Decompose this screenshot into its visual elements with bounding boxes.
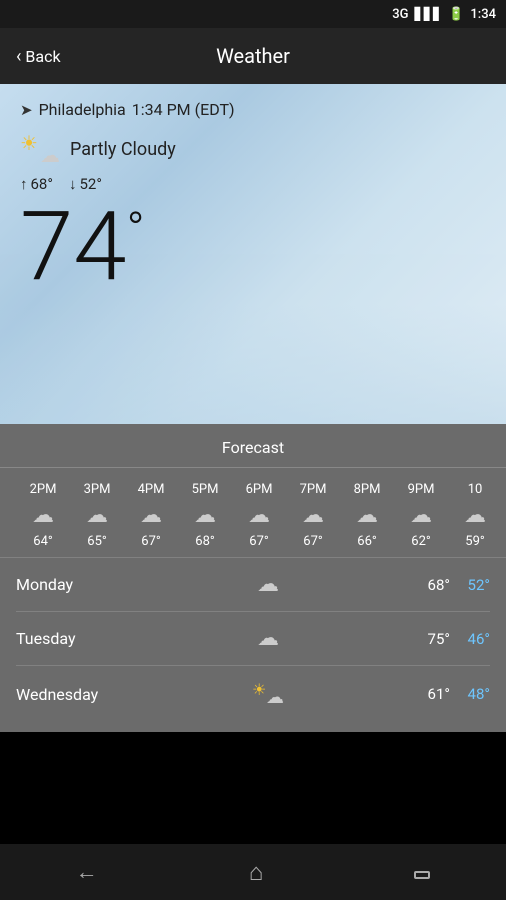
daily-item: Monday ☁ 68° 52°	[16, 558, 490, 612]
hourly-item: 3PM ☁ 65°	[70, 482, 124, 549]
bottom-nav: ← ⌂	[0, 844, 506, 900]
daily-day: Monday	[16, 575, 136, 594]
hourly-time: 4PM	[138, 482, 165, 497]
hourly-time: 10	[468, 482, 483, 497]
daily-item: Wednesday ☀ ☁ 61° 48°	[16, 666, 490, 722]
forecast-title: Forecast	[0, 424, 506, 468]
signal-bars-icon: ▋▋▋	[415, 7, 443, 21]
daily-high: 75°	[400, 630, 450, 648]
hourly-item: 8PM ☁ 66°	[340, 482, 394, 549]
forecast-section: Forecast 2PM ☁ 64° 3PM ☁ 65° 4PM ☁ 67° 5…	[0, 424, 506, 732]
daily-high: 61°	[400, 685, 450, 703]
back-chevron-icon: ‹	[16, 46, 21, 67]
hourly-temp: 64°	[33, 534, 52, 549]
location-arrow-icon: ➤	[20, 101, 33, 119]
daily-item: Tuesday ☁ 75° 46°	[16, 612, 490, 666]
recents-icon	[414, 871, 430, 879]
daily-day: Tuesday	[16, 629, 136, 648]
back-nav-icon: ←	[76, 860, 98, 885]
hourly-forecast: 2PM ☁ 64° 3PM ☁ 65° 4PM ☁ 67° 5PM ☁ 68° …	[0, 474, 506, 558]
hourly-time: 9PM	[408, 482, 435, 497]
hourly-temp: 67°	[303, 534, 322, 549]
daily-forecast: Monday ☁ 68° 52° Tuesday ☁ 75° 46° Wedne…	[0, 558, 506, 722]
hourly-item: 5PM ☁ 68°	[178, 482, 232, 549]
hourly-temp: 59°	[465, 534, 484, 549]
daily-low: 52°	[450, 576, 490, 594]
hourly-item: 4PM ☁ 67°	[124, 482, 178, 549]
home-nav-button[interactable]: ⌂	[229, 850, 284, 895]
status-bar: 3G ▋▋▋ 🔋 1:34	[0, 0, 506, 28]
daily-low: 46°	[450, 630, 490, 648]
nav-bar: ‹ Back Weather	[0, 28, 506, 84]
hourly-time: 7PM	[300, 482, 327, 497]
hourly-cloud-icon: ☁	[302, 503, 324, 528]
page-title: Weather	[216, 44, 290, 68]
hourly-time: 8PM	[354, 482, 381, 497]
hourly-time: 5PM	[192, 482, 219, 497]
hourly-cloud-icon: ☁	[194, 503, 216, 528]
hourly-time: 3PM	[84, 482, 111, 497]
hourly-temp: 65°	[87, 534, 106, 549]
hourly-item: 10 ☁ 59°	[448, 482, 502, 549]
hourly-time: 2PM	[30, 482, 57, 497]
daily-weather-icon: ☀ ☁	[136, 680, 400, 708]
condition-row: ☀ ☁ Partly Cloudy	[20, 131, 486, 167]
recents-nav-button[interactable]	[394, 852, 450, 893]
hourly-item: 7PM ☁ 67°	[286, 482, 340, 549]
daily-low: 48°	[450, 685, 490, 703]
hourly-item: 9PM ☁ 62°	[394, 482, 448, 549]
location-row: ➤ Philadelphia 1:34 PM (EDT)	[20, 100, 486, 119]
daily-weather-icon: ☁	[136, 626, 400, 651]
weather-hero: ➤ Philadelphia 1:34 PM (EDT) ☀ ☁ Partly …	[0, 84, 506, 424]
hourly-cloud-icon: ☁	[140, 503, 162, 528]
degree-symbol: °	[127, 201, 145, 258]
hourly-time: 6PM	[246, 482, 273, 497]
hourly-temp: 68°	[195, 534, 214, 549]
condition-label: Partly Cloudy	[70, 139, 176, 160]
condition-icon: ☀ ☁	[20, 131, 60, 167]
back-nav-button[interactable]: ←	[56, 851, 118, 893]
location-name: Philadelphia	[39, 100, 126, 119]
hourly-temp: 66°	[357, 534, 376, 549]
cloud-icon: ☁	[40, 143, 60, 167]
daily-high: 68°	[400, 576, 450, 594]
hourly-temp: 62°	[411, 534, 430, 549]
current-temperature: 74°	[20, 199, 486, 295]
back-label: Back	[25, 47, 60, 66]
hourly-cloud-icon: ☁	[410, 503, 432, 528]
hourly-item: 6PM ☁ 67°	[232, 482, 286, 549]
hourly-cloud-icon: ☁	[248, 503, 270, 528]
signal-indicator: 3G	[392, 7, 408, 22]
temp-value: 74	[20, 191, 127, 303]
sun-icon: ☀	[20, 131, 38, 155]
hourly-temp: 67°	[249, 534, 268, 549]
clock: 1:34	[470, 7, 496, 22]
daily-day: Wednesday	[16, 685, 136, 704]
daily-weather-icon: ☁	[136, 572, 400, 597]
hourly-cloud-icon: ☁	[464, 503, 486, 528]
battery-icon: 🔋	[448, 7, 464, 22]
home-icon: ⌂	[249, 858, 264, 886]
weather-content: ➤ Philadelphia 1:34 PM (EDT) ☀ ☁ Partly …	[0, 84, 506, 311]
hourly-item: 2PM ☁ 64°	[16, 482, 70, 549]
hourly-cloud-icon: ☁	[32, 503, 54, 528]
back-button[interactable]: ‹ Back	[16, 46, 61, 67]
hourly-cloud-icon: ☁	[86, 503, 108, 528]
location-time: 1:34 PM (EDT)	[132, 100, 235, 119]
hourly-list: 2PM ☁ 64° 3PM ☁ 65° 4PM ☁ 67° 5PM ☁ 68° …	[16, 482, 506, 549]
hourly-cloud-icon: ☁	[356, 503, 378, 528]
hourly-temp: 67°	[141, 534, 160, 549]
